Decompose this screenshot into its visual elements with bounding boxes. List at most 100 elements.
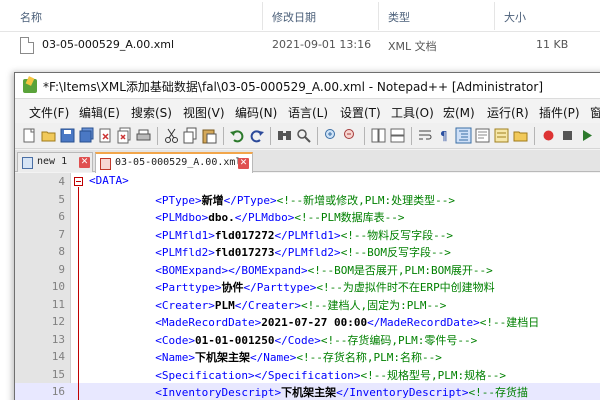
- explorer-header: 名称 修改日期 类型 大小: [0, 0, 600, 32]
- cut-icon[interactable]: [163, 127, 180, 144]
- print-icon[interactable]: [135, 127, 152, 144]
- paste-icon[interactable]: [201, 127, 218, 144]
- menu-settings[interactable]: 设置(T): [340, 104, 381, 121]
- save-icon[interactable]: [59, 127, 76, 144]
- redo-icon[interactable]: [248, 127, 265, 144]
- xml-tag: </PLMfld2>: [274, 246, 341, 259]
- tab-close-icon[interactable]: ✕: [79, 157, 90, 168]
- code-text: <BOMExpand></BOMExpand><!--BOM是否展开,PLM:B…: [89, 262, 493, 278]
- menu-file[interactable]: 文件(F): [29, 104, 69, 121]
- code-line[interactable]: 13 <Code>01-01-001250</Code><!--存货编码,PLM…: [15, 331, 600, 348]
- open-file-icon[interactable]: [40, 127, 57, 144]
- save-all-icon[interactable]: [78, 127, 95, 144]
- code-line[interactable]: 11 <Creater>PLM</Creater><!--建档人,固定为:PLM…: [15, 296, 600, 313]
- code-line[interactable]: 14 <Name>下机架主架</Name><!--存货名称,PLM:名称-->: [15, 348, 600, 365]
- copy-icon[interactable]: [182, 127, 199, 144]
- zoom-out-icon[interactable]: [342, 127, 359, 144]
- xml-value: 下机架主架: [194, 351, 250, 364]
- sync-horizontal-icon[interactable]: [389, 127, 406, 144]
- code-line[interactable]: 10 <Parttype>协件</Parttype><!--为虚拟件时不在ERP…: [15, 278, 600, 295]
- line-number: 16: [51, 385, 65, 398]
- code-line[interactable]: 9 <BOMExpand></BOMExpand><!--BOM是否展开,PLM…: [15, 261, 600, 278]
- menu-tools[interactable]: 工具(O): [391, 104, 434, 121]
- menu-plugins[interactable]: 插件(P): [539, 104, 580, 121]
- fold-guide: [78, 187, 79, 400]
- column-name[interactable]: 名称: [20, 9, 42, 25]
- xml-tag: </PType>: [223, 193, 277, 207]
- xml-tag: <InventoryDescript>: [155, 386, 282, 399]
- code-line[interactable]: 6 <PLMdbo>dbo.</PLMdbo><!--PLM数据库表-->: [15, 208, 600, 225]
- xml-tag: <PLMfld2>: [155, 246, 215, 259]
- column-divider[interactable]: [494, 2, 495, 30]
- undo-icon[interactable]: [229, 127, 246, 144]
- play-macro-icon[interactable]: [578, 127, 595, 144]
- xml-comment: <!--存货描: [468, 386, 529, 399]
- fold-collapse-icon[interactable]: [74, 177, 83, 186]
- new-file-icon[interactable]: [21, 127, 38, 144]
- line-number: 4: [58, 175, 65, 188]
- show-all-chars-icon[interactable]: ¶: [436, 127, 453, 144]
- column-type[interactable]: 类型: [388, 9, 410, 25]
- code-line[interactable]: 4 <DATA>: [15, 173, 600, 190]
- column-divider[interactable]: [262, 2, 263, 30]
- line-number: 5: [58, 192, 65, 206]
- line-number: 9: [58, 262, 65, 276]
- stop-macro-icon[interactable]: [559, 127, 576, 144]
- xml-tag: </InventoryDescript>: [336, 386, 469, 399]
- doc-map-icon[interactable]: [474, 127, 491, 144]
- find-icon[interactable]: [276, 127, 293, 144]
- menu-bar: 文件(F) 编辑(E) 搜索(S) 视图(V) 编码(N) 语言(L) 设置(T…: [15, 100, 600, 122]
- svg-text:¶: ¶: [440, 129, 448, 143]
- code-editor[interactable]: 4 <DATA> 5 <PType>新增</PType><!--新增或修改,PLM:…: [15, 173, 600, 400]
- folder-workspace-icon[interactable]: [512, 127, 529, 144]
- code-line[interactable]: 12 <MadeRecordDate>2021-07-27 00:00</Mad…: [15, 313, 600, 330]
- menu-view[interactable]: 视图(V): [183, 104, 225, 121]
- menu-run[interactable]: 运行(R): [487, 104, 529, 121]
- replace-icon[interactable]: [295, 127, 312, 144]
- line-number: 6: [58, 210, 65, 223]
- toolbar: ¶: [15, 123, 600, 149]
- tab-close-icon[interactable]: ✕: [238, 158, 249, 169]
- xml-value: 01-01-001250: [194, 333, 275, 347]
- xml-comment: <!--PLM数据库表-->: [294, 211, 405, 224]
- column-modified[interactable]: 修改日期: [272, 9, 316, 25]
- toolbar-separator: [223, 127, 224, 145]
- word-wrap-icon[interactable]: [417, 127, 434, 144]
- tab-xml-file[interactable]: 03-05-000529_A.00.xml ✕: [95, 152, 253, 173]
- xml-tag: </MadeRecordDate>: [367, 316, 480, 329]
- xml-tag: </PLMfld1>: [274, 228, 341, 242]
- xml-value: 下机架主架: [281, 386, 337, 399]
- line-number: 12: [51, 315, 65, 328]
- title-bar[interactable]: *F:\Items\XML添加基础数据\fal\03-05-000529_A.0…: [15, 73, 600, 99]
- code-text: <PLMdbo>dbo.</PLMdbo><!--PLM数据库表-->: [89, 209, 405, 225]
- code-line[interactable]: 5 <PType>新增</PType><!--新增或修改,PLM:处理类型-->: [15, 191, 600, 208]
- zoom-in-icon[interactable]: [323, 127, 340, 144]
- code-line[interactable]: 7 <PLMfld1>fld017272</PLMfld1><!--物料反写字段…: [15, 226, 600, 243]
- menu-macro[interactable]: 宏(M): [443, 104, 475, 121]
- menu-window[interactable]: 窗: [590, 104, 600, 121]
- code-line[interactable]: 16 <InventoryDescript>下机架主架</InventoryDe…: [15, 383, 600, 400]
- xml-value: 协件: [221, 281, 244, 294]
- menu-language[interactable]: 语言(L): [288, 104, 328, 121]
- code-line[interactable]: 15 <Specification></Specification><!--规格…: [15, 366, 600, 383]
- close-all-icon[interactable]: [116, 127, 133, 144]
- menu-encoding[interactable]: 编码(N): [235, 104, 277, 121]
- tab-new-1[interactable]: new 1 ✕: [17, 152, 93, 172]
- menu-search[interactable]: 搜索(S): [131, 104, 172, 121]
- file-modified: 2021-09-01 13:16: [272, 38, 372, 51]
- line-number: 13: [51, 332, 65, 346]
- record-macro-icon[interactable]: [540, 127, 557, 144]
- column-divider[interactable]: [378, 2, 379, 30]
- menu-edit[interactable]: 编辑(E): [79, 104, 120, 121]
- code-line[interactable]: 8 <PLMfld2>fld017273</PLMfld2><!--BOM反写字…: [15, 243, 600, 260]
- column-size[interactable]: 大小: [504, 9, 526, 25]
- toolbar-separator: [270, 127, 271, 145]
- close-file-icon[interactable]: [97, 127, 114, 144]
- indent-guide-icon[interactable]: [455, 127, 472, 144]
- toolbar-separator: [317, 127, 318, 145]
- file-row[interactable]: 03-05-000529_A.00.xml 2021-09-01 13:16 X…: [0, 33, 600, 59]
- line-number: 11: [51, 297, 65, 311]
- function-list-icon[interactable]: [493, 127, 510, 144]
- xml-comment: <!--为虚拟件时不在ERP中创建物料: [316, 281, 495, 294]
- sync-vertical-icon[interactable]: [370, 127, 387, 144]
